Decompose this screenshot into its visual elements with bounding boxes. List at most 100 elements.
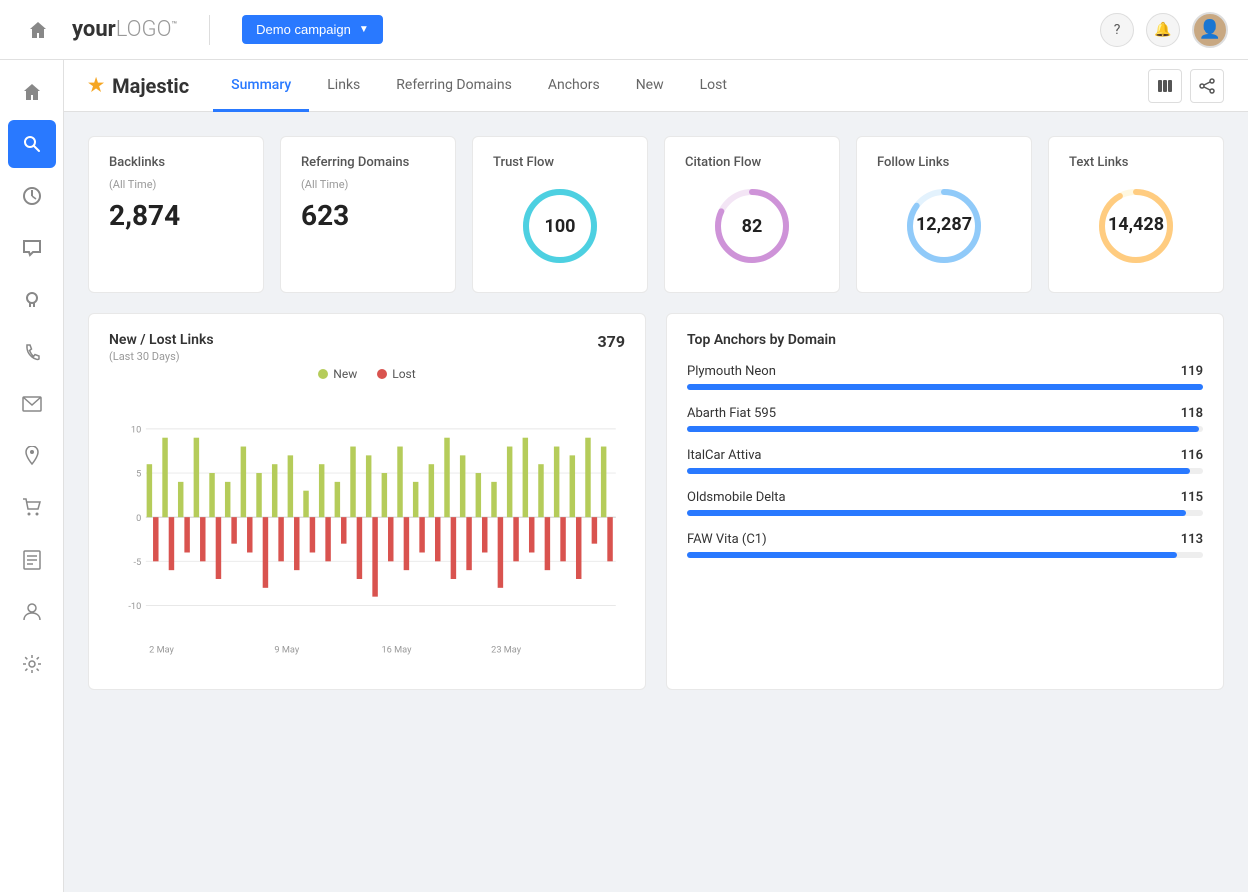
avatar[interactable]: 👤 [1192, 12, 1228, 48]
tab-referring-domains[interactable]: Referring Domains [378, 61, 530, 112]
anchor-bar-track [687, 426, 1203, 432]
trust-flow-svg: 100 [520, 186, 600, 266]
svg-text:0: 0 [136, 513, 141, 524]
anchor-bar-track [687, 510, 1203, 516]
tab-links[interactable]: Links [309, 61, 378, 112]
anchor-row-header: Plymouth Neon 119 [687, 364, 1203, 379]
anchor-bar-track [687, 384, 1203, 390]
chart-total: 379 [597, 332, 625, 351]
help-button[interactable]: ? [1100, 13, 1134, 47]
text-links-gauge: 14,428 [1069, 178, 1203, 274]
anchor-count: 119 [1181, 364, 1203, 379]
anchors-title: Top Anchors by Domain [687, 332, 1203, 348]
sidebar-item-settings[interactable] [8, 640, 56, 688]
logo: yourLOGO™ [72, 17, 177, 42]
home-icon[interactable] [20, 12, 56, 48]
anchor-row-header: Oldsmobile Delta 115 [687, 490, 1203, 505]
chart-card: New / Lost Links (Last 30 Days) 379 New … [88, 313, 646, 690]
bell-icon: 🔔 [1154, 22, 1171, 38]
follow-links-svg: 12,287 [904, 186, 984, 266]
text-links-svg: 14,428 [1096, 186, 1176, 266]
metric-trust-flow: Trust Flow 100 [472, 136, 648, 293]
anchor-name: ItalCar Attiva [687, 448, 762, 463]
trust-flow-gauge: 100 [493, 178, 627, 274]
svg-text:23 May: 23 May [491, 645, 522, 656]
citation-flow-value: 82 [742, 216, 763, 237]
anchor-row: Oldsmobile Delta 115 [687, 490, 1203, 516]
svg-text:-5: -5 [134, 557, 142, 568]
sidebar-item-insights[interactable] [8, 276, 56, 324]
anchor-bar-track [687, 552, 1203, 558]
text-links-title: Text Links [1069, 155, 1203, 170]
anchor-count: 113 [1181, 532, 1203, 547]
chart-title-wrap: New / Lost Links (Last 30 Days) [109, 332, 214, 363]
anchor-row-header: ItalCar Attiva 116 [687, 448, 1203, 463]
backlinks-subtitle: (All Time) [109, 178, 243, 191]
anchors-card: Top Anchors by Domain Plymouth Neon 119 … [666, 313, 1224, 690]
content-area: ★ Majestic Summary Links Referring Domai… [64, 60, 1248, 892]
tab-new[interactable]: New [618, 61, 682, 112]
follow-links-title: Follow Links [877, 155, 1011, 170]
metric-text-links: Text Links 14,428 [1048, 136, 1224, 293]
sidebar-item-phone[interactable] [8, 328, 56, 376]
campaign-label: Demo campaign [256, 22, 351, 37]
metric-follow-links: Follow Links 12,287 [856, 136, 1032, 293]
anchor-row: Plymouth Neon 119 [687, 364, 1203, 390]
nav-tabs: Summary Links Referring Domains Anchors … [213, 60, 745, 111]
star-icon: ★ [88, 75, 104, 96]
sidebar-item-search[interactable] [8, 120, 56, 168]
citation-flow-gauge: 82 [685, 178, 819, 274]
backlinks-value: 2,874 [109, 199, 243, 232]
tab-anchors[interactable]: Anchors [530, 61, 618, 112]
metric-citation-flow: Citation Flow 82 [664, 136, 840, 293]
sub-nav: ★ Majestic Summary Links Referring Domai… [64, 60, 1248, 112]
anchor-count: 115 [1181, 490, 1203, 505]
main-layout: ★ Majestic Summary Links Referring Domai… [0, 60, 1248, 892]
legend-lost: Lost [377, 367, 415, 381]
share-button[interactable] [1190, 69, 1224, 103]
tab-summary[interactable]: Summary [213, 61, 309, 112]
columns-button[interactable] [1148, 69, 1182, 103]
text-links-value: 14,428 [1108, 214, 1164, 235]
svg-text:5: 5 [136, 469, 141, 480]
notification-button[interactable]: 🔔 [1146, 13, 1180, 47]
anchor-row: FAW Vita (C1) 113 [687, 532, 1203, 558]
backlinks-title: Backlinks [109, 155, 243, 170]
sidebar-item-reports[interactable] [8, 536, 56, 584]
metrics-row: Backlinks (All Time) 2,874 Referring Dom… [88, 136, 1224, 293]
referring-domains-subtitle: (All Time) [301, 178, 435, 191]
anchor-bar-fill [687, 510, 1186, 516]
legend-new: New [318, 367, 357, 381]
anchor-name: Plymouth Neon [687, 364, 776, 379]
sidebar-item-user[interactable] [8, 588, 56, 636]
header-divider [209, 15, 210, 45]
anchor-count: 118 [1181, 406, 1203, 421]
sidebar-item-chat[interactable] [8, 224, 56, 272]
anchor-name: Oldsmobile Delta [687, 490, 786, 505]
anchor-bar-fill [687, 384, 1203, 390]
bar-chart-svg: 1050-5-102 May9 May16 May23 May [109, 391, 625, 671]
tab-lost[interactable]: Lost [682, 61, 745, 112]
sidebar-item-home[interactable] [8, 68, 56, 116]
bar-chart-wrap: 1050-5-102 May9 May16 May23 May [109, 391, 625, 671]
sidebar-item-analytics[interactable] [8, 172, 56, 220]
brand-label: Majestic [112, 74, 189, 98]
trust-flow-value: 100 [545, 216, 576, 237]
sidebar-item-email[interactable] [8, 380, 56, 428]
anchors-list: Plymouth Neon 119 Abarth Fiat 595 118 It… [687, 364, 1203, 558]
follow-links-gauge: 12,287 [877, 178, 1011, 274]
legend-lost-label: Lost [392, 367, 415, 381]
svg-text:16 May: 16 May [382, 645, 413, 656]
sidebar-item-cart[interactable] [8, 484, 56, 532]
sidebar-item-location[interactable] [8, 432, 56, 480]
trust-flow-title: Trust Flow [493, 155, 627, 170]
anchor-row: ItalCar Attiva 116 [687, 448, 1203, 474]
metric-referring-domains: Referring Domains (All Time) 623 [280, 136, 456, 293]
campaign-button[interactable]: Demo campaign ▼ [242, 15, 383, 44]
campaign-caret: ▼ [359, 24, 369, 35]
anchor-name: FAW Vita (C1) [687, 532, 767, 547]
legend-lost-dot [377, 369, 387, 379]
anchor-bar-fill [687, 426, 1199, 432]
chart-legend: New Lost [109, 367, 625, 381]
help-icon: ? [1114, 22, 1121, 38]
